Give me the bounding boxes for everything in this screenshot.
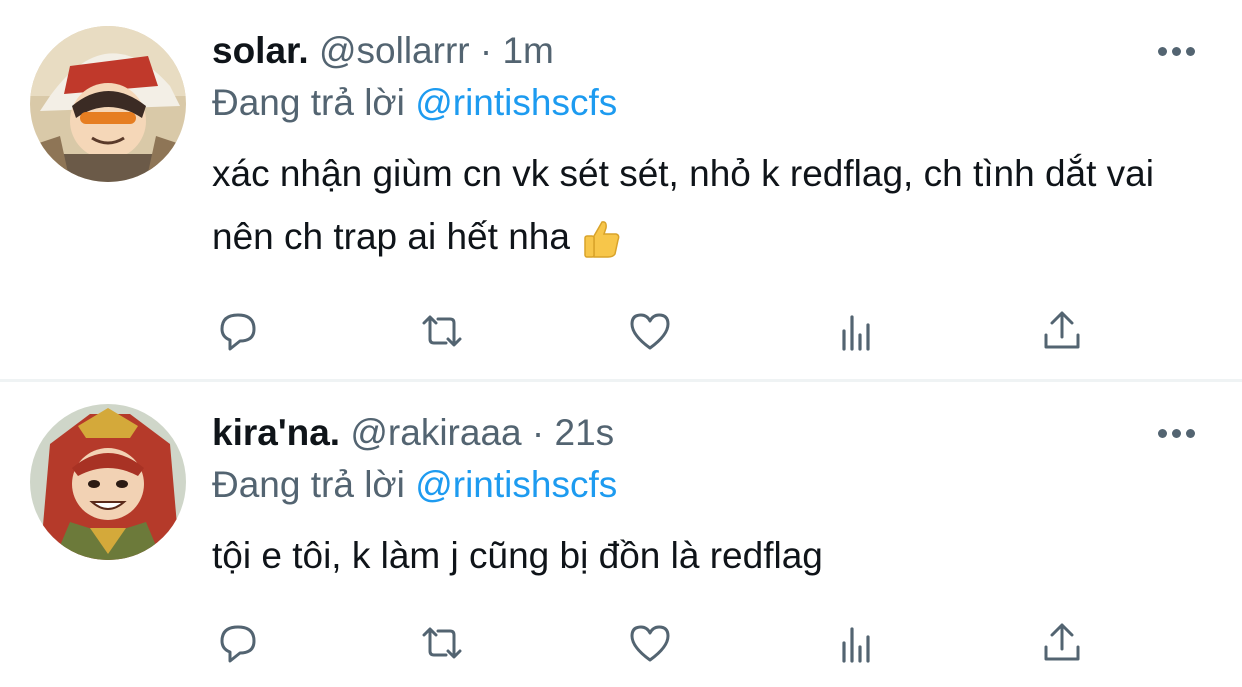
retweet-icon[interactable] <box>416 618 468 668</box>
avatar[interactable] <box>30 26 186 182</box>
display-name[interactable]: kira'na. <box>212 412 340 453</box>
more-options-icon[interactable] <box>1158 426 1198 440</box>
like-icon[interactable] <box>624 618 676 668</box>
tweet-actions <box>212 618 1092 668</box>
reply-prefix: Đang trả lời <box>212 464 405 505</box>
tweet-text: tội e tôi, k làm j cũng bị đồn là redfla… <box>212 524 1172 587</box>
thumbs-up-icon <box>584 221 620 258</box>
views-icon[interactable] <box>830 618 882 668</box>
reply-icon[interactable] <box>212 306 264 356</box>
timestamp[interactable]: 21s <box>555 412 615 453</box>
tweet[interactable]: solar. @sollarrr · 1m Đang trả lời @rint… <box>0 0 1242 380</box>
reply-mention-link[interactable]: @rintishscfs <box>415 82 617 123</box>
retweet-icon[interactable] <box>416 306 468 356</box>
timestamp[interactable]: 1m <box>502 30 553 71</box>
more-options-icon[interactable] <box>1158 44 1198 58</box>
display-name[interactable]: solar. <box>212 30 309 71</box>
tweet-text-content: xác nhận giùm cn vk sét sét, nhỏ k redfl… <box>212 153 1154 257</box>
tweet-text: xác nhận giùm cn vk sét sét, nhỏ k redfl… <box>212 142 1172 268</box>
tweet-text-content: tội e tôi, k làm j cũng bị đồn là redfla… <box>212 535 823 576</box>
handle[interactable]: @sollarrr <box>319 30 470 71</box>
reply-mention-link[interactable]: @rintishscfs <box>415 464 617 505</box>
tweet[interactable]: kira'na. @rakiraaa · 21s Đang trả lời @r… <box>0 382 1242 687</box>
separator: · <box>531 412 545 453</box>
reply-context: Đang trả lời @rintishscfs <box>212 462 617 508</box>
tweet-actions <box>212 306 1092 356</box>
views-icon[interactable] <box>830 306 882 356</box>
avatar[interactable] <box>30 404 186 560</box>
reply-icon[interactable] <box>212 618 264 668</box>
reply-context: Đang trả lời @rintishscfs <box>212 80 617 126</box>
handle[interactable]: @rakiraaa <box>350 412 521 453</box>
tweet-header: kira'na. @rakiraaa · 21s <box>212 410 614 456</box>
share-icon[interactable] <box>1036 618 1088 668</box>
separator: · <box>479 30 493 71</box>
tweet-header: solar. @sollarrr · 1m <box>212 28 554 74</box>
reply-prefix: Đang trả lời <box>212 82 405 123</box>
like-icon[interactable] <box>624 306 676 356</box>
share-icon[interactable] <box>1036 306 1088 356</box>
